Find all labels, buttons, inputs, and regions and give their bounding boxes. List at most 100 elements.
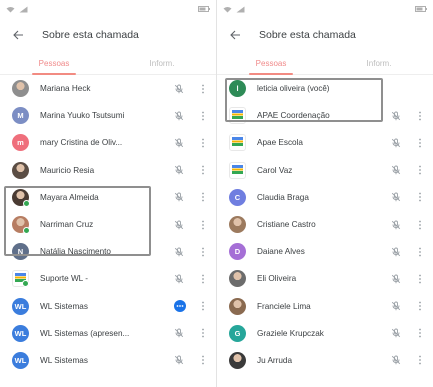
participant-row-carol-vaz[interactable]: Carol Vaz — [217, 157, 433, 184]
status-bar — [0, 0, 216, 18]
participant-name: Ju Arruda — [257, 355, 293, 365]
more-options-icon[interactable] — [417, 274, 423, 284]
more-options-icon[interactable] — [200, 165, 206, 175]
more-options-icon[interactable] — [200, 220, 206, 230]
mic-off-icon — [391, 192, 401, 202]
participant-row-wl-sistemas[interactable]: WL WL Sistemas — [0, 347, 216, 374]
tab-people[interactable]: Pessoas — [217, 52, 325, 75]
avatar — [12, 188, 30, 207]
status-icons-left — [6, 6, 28, 13]
participant-name: APAE Coordenação — [257, 111, 330, 121]
more-options-icon[interactable] — [200, 274, 206, 284]
participant-row-leticia-oliveira-voce[interactable]: l leticia oliveira (você) — [217, 75, 433, 102]
tab-bar: Pessoas Inform. — [217, 52, 433, 75]
more-options-icon[interactable] — [417, 247, 423, 257]
participant-row-eli-oliveira[interactable]: Eli Oliveira — [217, 265, 433, 292]
mic-off-icon — [174, 355, 184, 365]
participant-name: Natália Nascimento — [40, 247, 111, 257]
back-arrow-icon[interactable] — [12, 29, 24, 41]
more-options-icon[interactable] — [417, 328, 423, 338]
status-icons-right — [198, 6, 210, 12]
participant-name: Daiane Alves — [257, 247, 305, 257]
more-options-icon[interactable] — [200, 247, 206, 257]
participant-row-mary-cristina-de-oliv[interactable]: m mary Cristina de Oliv... — [0, 129, 216, 156]
participant-name: Mariana Heck — [40, 84, 91, 94]
more-options-icon[interactable] — [200, 301, 206, 311]
tab-info[interactable]: Inform. — [108, 52, 216, 74]
participant-row-franciele-lima[interactable]: Franciele Lima — [217, 293, 433, 320]
participant-name: Graziele Krupczak — [257, 328, 324, 338]
mic-off-icon — [174, 247, 184, 257]
more-options-icon[interactable] — [200, 192, 206, 202]
participant-list: Mariana Heck M Marina Yuuko Tsutsumi m mary … — [0, 75, 216, 374]
status-icons-right — [415, 6, 427, 12]
participant-row-apae-coordenacao[interactable]: APAE Coordenação — [217, 102, 433, 129]
participant-row-daiane-alves[interactable]: D Daiane Alves — [217, 238, 433, 265]
organization-logo-icon — [232, 137, 243, 148]
right-phone-screen: Sobre esta chamada Pessoas Inform. l leti… — [217, 0, 433, 387]
mic-off-icon — [391, 111, 401, 121]
participant-row-claudia-braga[interactable]: C Claudia Braga — [217, 184, 433, 211]
more-options-icon[interactable] — [417, 355, 423, 365]
more-options-icon[interactable] — [417, 220, 423, 230]
avatar — [229, 134, 246, 152]
mic-off-icon — [174, 84, 184, 94]
more-options-icon[interactable] — [417, 165, 423, 175]
participant-row-mariana-heck[interactable]: Mariana Heck — [0, 75, 216, 102]
more-options-icon[interactable] — [200, 111, 206, 121]
mic-off-icon — [174, 220, 184, 230]
more-options-icon[interactable] — [200, 84, 206, 94]
avatar — [229, 270, 246, 288]
more-options-icon[interactable] — [417, 138, 423, 148]
participant-name: leticia oliveira (você) — [257, 84, 330, 94]
participant-row-suporte-wl[interactable]: Suporte WL - — [0, 265, 216, 292]
more-options-icon[interactable] — [417, 301, 423, 311]
avatar: WL — [12, 297, 29, 315]
mic-off-icon — [174, 192, 184, 202]
participant-name: Mauricio Resia — [40, 165, 95, 175]
participant-row-wl-sistemas[interactable]: WL WL Sistemas — [0, 293, 216, 320]
participant-row-natalia-nascimento[interactable]: N Natália Nascimento — [0, 238, 216, 265]
participant-name: Marina Yuuko Tsutsumi — [40, 111, 125, 121]
avatar: M — [12, 107, 29, 125]
mic-off-icon — [391, 247, 401, 257]
mic-off-icon — [174, 138, 184, 148]
mic-off-icon — [391, 138, 401, 148]
mic-off-icon — [174, 328, 184, 338]
battery-icon — [415, 6, 427, 12]
avatar: N — [12, 243, 29, 261]
participant-name: Mayara Almeida — [40, 192, 99, 202]
mic-off-icon — [391, 355, 401, 365]
participant-name: mary Cristina de Oliv... — [40, 138, 123, 148]
avatar: D — [229, 243, 246, 261]
avatar — [229, 161, 246, 179]
participant-row-marina-yuuko-tsutsumi[interactable]: M Marina Yuuko Tsutsumi — [0, 102, 216, 129]
more-options-icon[interactable] — [200, 355, 206, 365]
participant-name: WL Sistemas — [40, 355, 88, 365]
participant-row-wl-sistemas-apresen[interactable]: WL WL Sistemas (apresen... — [0, 320, 216, 347]
participant-row-narriman-cruz[interactable]: Narriman Cruz — [0, 211, 216, 238]
participant-name: Cristiane Castro — [257, 220, 316, 230]
participant-row-mayara-almeida[interactable]: Mayara Almeida — [0, 184, 216, 211]
avatar: WL — [12, 351, 29, 369]
signal-icon — [19, 6, 28, 12]
organization-logo-icon — [232, 164, 243, 176]
participant-row-ju-arruda[interactable]: Ju Arruda — [217, 347, 433, 374]
participant-row-apae-escola[interactable]: Apae Escola — [217, 129, 433, 156]
participant-row-graziele-krupczak[interactable]: G Graziele Krupczak — [217, 320, 433, 347]
participant-row-cristiane-castro[interactable]: Cristiane Castro — [217, 211, 433, 238]
more-options-icon[interactable] — [200, 138, 206, 148]
more-options-icon[interactable] — [417, 111, 423, 121]
avatar: l — [229, 80, 246, 98]
avatar — [12, 216, 30, 235]
presence-indicator — [23, 199, 30, 207]
more-options-icon[interactable] — [417, 192, 423, 202]
avatar: C — [229, 188, 246, 206]
more-options-icon[interactable] — [200, 328, 206, 338]
battery-icon — [198, 6, 210, 12]
tab-info[interactable]: Inform. — [325, 52, 433, 74]
avatar — [229, 297, 246, 315]
back-arrow-icon[interactable] — [229, 29, 241, 41]
tab-people[interactable]: Pessoas — [0, 52, 108, 75]
participant-row-mauricio-resia[interactable]: Mauricio Resia — [0, 157, 216, 184]
